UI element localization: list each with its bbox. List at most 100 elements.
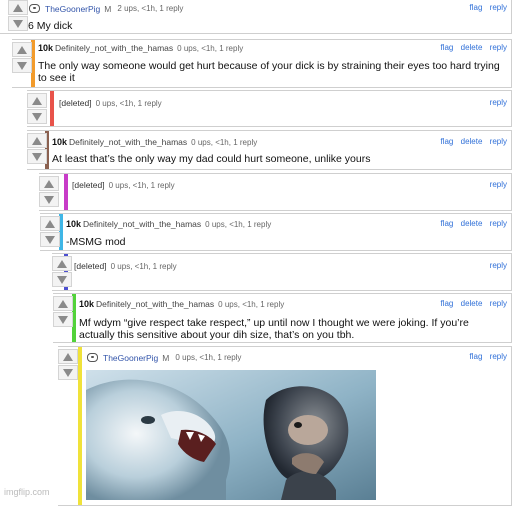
downvote-button[interactable] bbox=[39, 192, 59, 207]
reply-link[interactable]: reply bbox=[490, 137, 507, 146]
up-arrow-icon bbox=[58, 299, 68, 308]
flag-link[interactable]: flag bbox=[470, 3, 483, 12]
delete-link[interactable]: delete bbox=[461, 43, 483, 52]
up-arrow-icon bbox=[32, 96, 42, 105]
rank-badge: 10k bbox=[66, 219, 82, 229]
comment-text: Mf wdym “give respect take respect,” up … bbox=[79, 317, 469, 341]
thread-bar bbox=[64, 174, 68, 210]
comment-header: 10k Definitely_not_with_the_hamas 0 ups,… bbox=[52, 137, 257, 147]
comment-header: [deleted] 0 ups, <1h, 1 reply bbox=[74, 261, 177, 271]
reply-link[interactable]: reply bbox=[490, 180, 507, 189]
down-arrow-icon bbox=[63, 368, 73, 377]
comment-header: TheGoonerPig M 0 ups, <1h, 1 reply bbox=[86, 352, 241, 363]
username-link[interactable]: Definitely_not_with_the_hamas bbox=[83, 219, 201, 229]
deleted-user: [deleted] bbox=[74, 261, 107, 271]
username-link[interactable]: TheGoonerPig bbox=[103, 353, 158, 363]
down-arrow-icon bbox=[17, 61, 27, 70]
meme-image[interactable] bbox=[86, 370, 376, 500]
comment-meta: 0 ups, <1h, 1 reply bbox=[205, 219, 272, 229]
up-arrow-icon bbox=[63, 352, 73, 361]
comment-meta: 0 ups, <1h, 1 reply bbox=[191, 137, 258, 147]
downvote-button[interactable] bbox=[27, 109, 47, 124]
comment-header: 10k Definitely_not_with_the_hamas 0 ups,… bbox=[79, 299, 284, 309]
thread-bar bbox=[78, 347, 82, 505]
comment-header: TheGoonerPig M 2 ups, <1h, 1 reply bbox=[28, 3, 183, 14]
reply-link[interactable]: reply bbox=[490, 219, 507, 228]
upvote-button[interactable] bbox=[8, 0, 28, 15]
downvote-button[interactable] bbox=[8, 16, 28, 31]
upvote-button[interactable] bbox=[40, 216, 60, 231]
downvote-button[interactable] bbox=[53, 312, 73, 327]
rank-badge: 10k bbox=[79, 299, 95, 309]
comment-actions: flag reply bbox=[465, 352, 507, 361]
delete-link[interactable]: delete bbox=[461, 137, 483, 146]
upvote-button[interactable] bbox=[39, 176, 59, 191]
comment: 10k Definitely_not_with_the_hamas 0 ups,… bbox=[53, 293, 512, 343]
comment-text: At least that’s the only way my dad coul… bbox=[52, 153, 371, 165]
username-link[interactable]: Definitely_not_with_the_hamas bbox=[55, 43, 173, 53]
comment-meta: 0 ups, <1h, 1 reply bbox=[177, 43, 244, 53]
downvote-button[interactable] bbox=[52, 272, 72, 287]
comment-text: 6 My dick bbox=[28, 20, 73, 32]
upvote-button[interactable] bbox=[58, 349, 78, 364]
user-avatar-icon bbox=[28, 3, 42, 14]
reply-link[interactable]: reply bbox=[490, 98, 507, 107]
reply-link[interactable]: reply bbox=[490, 3, 507, 12]
comment-actions: reply bbox=[485, 98, 507, 107]
comment-actions: flag delete reply bbox=[435, 43, 507, 52]
reply-link[interactable]: reply bbox=[490, 352, 507, 361]
up-arrow-icon bbox=[13, 3, 23, 12]
up-arrow-icon bbox=[45, 219, 55, 228]
down-arrow-icon bbox=[13, 19, 23, 28]
comment-meta: 0 ups, <1h, 1 reply bbox=[108, 180, 175, 190]
reply-link[interactable]: reply bbox=[490, 261, 507, 270]
comment: [deleted] 0 ups, <1h, 1 reply reply bbox=[39, 173, 512, 211]
up-arrow-icon bbox=[57, 259, 67, 268]
down-arrow-icon bbox=[57, 275, 67, 284]
flag-link[interactable]: flag bbox=[440, 219, 453, 228]
upvote-button[interactable] bbox=[27, 133, 47, 148]
downvote-button[interactable] bbox=[40, 232, 60, 247]
down-arrow-icon bbox=[32, 112, 42, 121]
upvote-button[interactable] bbox=[52, 256, 72, 271]
comment: 10k Definitely_not_with_the_hamas 0 ups,… bbox=[12, 39, 512, 88]
upvote-button[interactable] bbox=[53, 296, 73, 311]
deleted-user: [deleted] bbox=[59, 98, 92, 108]
reply-link[interactable]: reply bbox=[490, 299, 507, 308]
up-arrow-icon bbox=[32, 136, 42, 145]
flag-link[interactable]: flag bbox=[470, 352, 483, 361]
upvote-button[interactable] bbox=[27, 93, 47, 108]
comment-meta: 2 ups, <1h, 1 reply bbox=[117, 4, 184, 13]
comment: 10k Definitely_not_with_the_hamas 0 ups,… bbox=[27, 130, 512, 170]
comment: [deleted] 0 ups, <1h, 1 reply reply bbox=[27, 90, 512, 127]
comment-meta: 0 ups, <1h, 1 reply bbox=[95, 98, 162, 108]
reply-link[interactable]: reply bbox=[490, 43, 507, 52]
comment-text: -MSMG mod bbox=[66, 236, 126, 248]
username-link[interactable]: TheGoonerPig bbox=[45, 4, 100, 14]
down-arrow-icon bbox=[45, 235, 55, 244]
flag-link[interactable]: flag bbox=[440, 137, 453, 146]
flag-link[interactable]: flag bbox=[440, 299, 453, 308]
comment-actions: flag delete reply bbox=[435, 137, 507, 146]
flag-link[interactable]: flag bbox=[440, 43, 453, 52]
comment-actions: flag delete reply bbox=[435, 219, 507, 228]
username-link[interactable]: Definitely_not_with_the_hamas bbox=[96, 299, 214, 309]
downvote-button[interactable] bbox=[58, 365, 78, 380]
rank-badge: 10k bbox=[38, 43, 54, 53]
comment-actions: reply bbox=[485, 261, 507, 270]
up-arrow-icon bbox=[44, 179, 54, 188]
downvote-button[interactable] bbox=[12, 58, 32, 73]
comment-meta: 0 ups, <1h, 1 reply bbox=[218, 299, 285, 309]
upvote-button[interactable] bbox=[12, 42, 32, 57]
downvote-button[interactable] bbox=[27, 149, 47, 164]
mod-badge: M bbox=[162, 352, 170, 363]
comment-meta: 0 ups, <1h, 1 reply bbox=[110, 261, 177, 271]
watermark: imgflip.com bbox=[4, 487, 50, 497]
delete-link[interactable]: delete bbox=[461, 299, 483, 308]
delete-link[interactable]: delete bbox=[461, 219, 483, 228]
username-link[interactable]: Definitely_not_with_the_hamas bbox=[69, 137, 187, 147]
comment: [deleted] 0 ups, <1h, 1 reply reply bbox=[52, 253, 512, 291]
comment-header: 10k Definitely_not_with_the_hamas 0 ups,… bbox=[38, 43, 243, 53]
deleted-user: [deleted] bbox=[72, 180, 105, 190]
comment-header: 10k Definitely_not_with_the_hamas 0 ups,… bbox=[66, 219, 271, 229]
